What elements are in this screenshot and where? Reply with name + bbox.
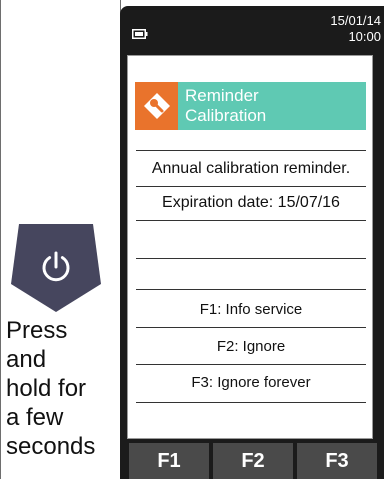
wrench-icon bbox=[144, 93, 170, 119]
status-date: 15/01/14 bbox=[330, 13, 381, 28]
status-time: 10:00 bbox=[348, 29, 381, 44]
dialog-title-line1: Reminder bbox=[185, 86, 259, 105]
divider bbox=[136, 258, 366, 259]
expiration-date: Expiration date: 15/07/16 bbox=[162, 194, 340, 211]
press-instruction-line: and bbox=[6, 346, 47, 373]
option-ignore[interactable]: F2: Ignore bbox=[128, 338, 374, 355]
press-instruction-line: Press bbox=[6, 317, 68, 344]
battery-icon bbox=[132, 26, 148, 44]
dialog-screen: Reminder Calibration Annual calibration … bbox=[127, 55, 373, 439]
option-info-service[interactable]: F1: Info service bbox=[128, 301, 374, 318]
divider bbox=[136, 364, 366, 365]
option-ignore-forever[interactable]: F3: Ignore forever bbox=[128, 374, 374, 391]
divider bbox=[136, 220, 366, 221]
divider bbox=[136, 186, 366, 187]
frame-divider-left bbox=[0, 0, 1, 479]
divider bbox=[136, 402, 366, 403]
f2-key[interactable]: F2 bbox=[213, 443, 293, 479]
reminder-message: Annual calibration reminder. bbox=[151, 160, 351, 177]
f1-key[interactable]: F1 bbox=[129, 443, 209, 479]
press-instruction-line: seconds bbox=[6, 433, 96, 460]
dialog-header: Reminder Calibration bbox=[135, 82, 366, 130]
divider bbox=[136, 150, 366, 151]
press-instruction: Press and hold for a few seconds bbox=[6, 316, 118, 461]
device-body: 15/01/14 10:00 Reminder Calibration Annu… bbox=[120, 6, 384, 479]
f3-key[interactable]: F3 bbox=[297, 443, 377, 479]
press-instruction-line: a few bbox=[6, 404, 64, 431]
dialog-header-icon bbox=[135, 82, 178, 130]
divider bbox=[136, 327, 366, 328]
dialog-title-line2: Calibration bbox=[185, 106, 267, 125]
function-key-bar: F1 F2 F3 bbox=[120, 443, 384, 479]
divider bbox=[136, 289, 366, 290]
press-instruction-line: hold for bbox=[6, 375, 87, 402]
power-button[interactable] bbox=[9, 222, 103, 314]
